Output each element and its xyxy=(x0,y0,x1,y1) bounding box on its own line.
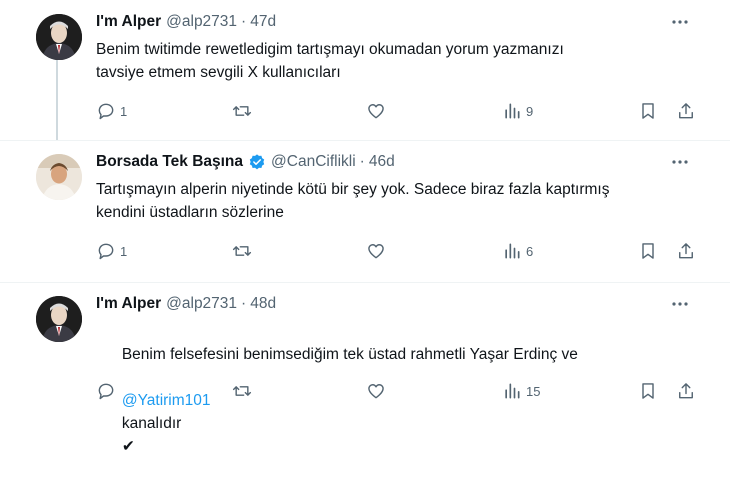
reply-button[interactable] xyxy=(96,380,120,402)
retweet-icon xyxy=(232,246,252,256)
tweet-actions: 15 xyxy=(96,380,696,402)
avatar[interactable] xyxy=(36,154,82,200)
user-handle[interactable]: @CanCiflikli xyxy=(271,153,356,171)
share-icon xyxy=(679,103,693,119)
user-handle[interactable]: @alp2731 xyxy=(166,13,237,31)
timestamp[interactable]: 47d xyxy=(250,13,276,31)
thread-connector-line xyxy=(56,60,58,140)
retweet-button[interactable] xyxy=(232,380,256,402)
share-icon xyxy=(679,383,693,399)
views-count: 6 xyxy=(526,243,534,259)
bookmark-icon xyxy=(642,383,654,399)
user-handle[interactable]: @alp2731 xyxy=(166,295,237,313)
reply-count: 1 xyxy=(120,103,128,119)
more-icon[interactable] xyxy=(670,12,690,32)
separator: · xyxy=(359,153,365,170)
tweet-thread: I'm Alper @alp2731 · 47d Benim twitimde … xyxy=(0,0,730,455)
tweet-header: I'm Alper @alp2731 · 47d xyxy=(96,12,276,32)
tweet-text: Benim twitimde rewetledigim tartışmayı o… xyxy=(96,41,564,81)
avatar[interactable] xyxy=(36,14,82,60)
retweet-icon xyxy=(232,106,252,116)
avatar[interactable] xyxy=(36,296,82,342)
tweet-text-line: Benim felsefesini benimsediğim tek üstad… xyxy=(121,346,578,363)
share-icon xyxy=(679,243,693,259)
like-button[interactable] xyxy=(366,240,390,262)
views-button[interactable]: 9 xyxy=(502,100,533,122)
reply-icon xyxy=(98,383,114,400)
tweet-text-line: kanalıdır xyxy=(121,415,182,432)
more-icon[interactable] xyxy=(670,294,690,314)
views-button[interactable]: 6 xyxy=(502,240,533,262)
check-mark: ✔ xyxy=(121,438,135,455)
reply-count: 1 xyxy=(120,243,128,259)
retweet-icon xyxy=(232,386,252,396)
share-button[interactable] xyxy=(676,380,696,402)
views-icon xyxy=(505,383,520,399)
bookmark-icon xyxy=(642,103,654,119)
display-name[interactable]: Borsada Tek Başına xyxy=(96,153,243,171)
bookmark-button[interactable] xyxy=(638,100,658,122)
like-button[interactable] xyxy=(366,100,390,122)
tweet-text: Tartışmayın alperin niyetinde kötü bir ş… xyxy=(96,181,610,221)
views-icon xyxy=(505,243,520,259)
reply-button[interactable]: 1 xyxy=(96,100,127,122)
separator: · xyxy=(241,295,247,312)
views-button[interactable]: 15 xyxy=(502,380,540,402)
reply-button[interactable]: 1 xyxy=(96,240,127,262)
separator: · xyxy=(241,13,247,30)
display-name[interactable]: I'm Alper xyxy=(96,295,161,313)
views-icon xyxy=(505,103,520,119)
tweet-actions: 1 9 xyxy=(96,100,696,122)
reply-icon xyxy=(98,103,114,120)
bookmark-button[interactable] xyxy=(638,240,658,262)
reply-icon xyxy=(98,243,114,260)
like-icon xyxy=(368,244,384,259)
share-button[interactable] xyxy=(676,100,696,122)
tweet-actions: 1 6 xyxy=(96,240,696,262)
tweet-header: I'm Alper @alp2731 · 48d xyxy=(96,294,276,314)
verified-badge-icon[interactable] xyxy=(248,153,266,171)
tweet[interactable]: I'm Alper @alp2731 · 47d Benim twitimde … xyxy=(0,0,730,140)
views-count: 9 xyxy=(526,103,534,119)
share-button[interactable] xyxy=(676,240,696,262)
timestamp[interactable]: 48d xyxy=(250,295,276,313)
tweet-header: Borsada Tek Başına @CanCiflikli · 46d xyxy=(96,152,395,172)
bookmark-button[interactable] xyxy=(638,380,658,402)
more-icon[interactable] xyxy=(670,152,690,172)
tweet[interactable]: I'm Alper @alp2731 · 48d Benim felsefesi… xyxy=(0,282,730,455)
display-name[interactable]: I'm Alper xyxy=(96,13,161,31)
tweet[interactable]: Borsada Tek Başına @CanCiflikli · 46d Ta… xyxy=(0,140,730,282)
timestamp[interactable]: 46d xyxy=(369,153,395,171)
bookmark-icon xyxy=(642,243,654,259)
like-button[interactable] xyxy=(366,380,390,402)
retweet-button[interactable] xyxy=(232,240,256,262)
like-icon xyxy=(368,384,384,399)
views-count: 15 xyxy=(526,383,541,399)
retweet-button[interactable] xyxy=(232,100,256,122)
like-icon xyxy=(368,104,384,119)
